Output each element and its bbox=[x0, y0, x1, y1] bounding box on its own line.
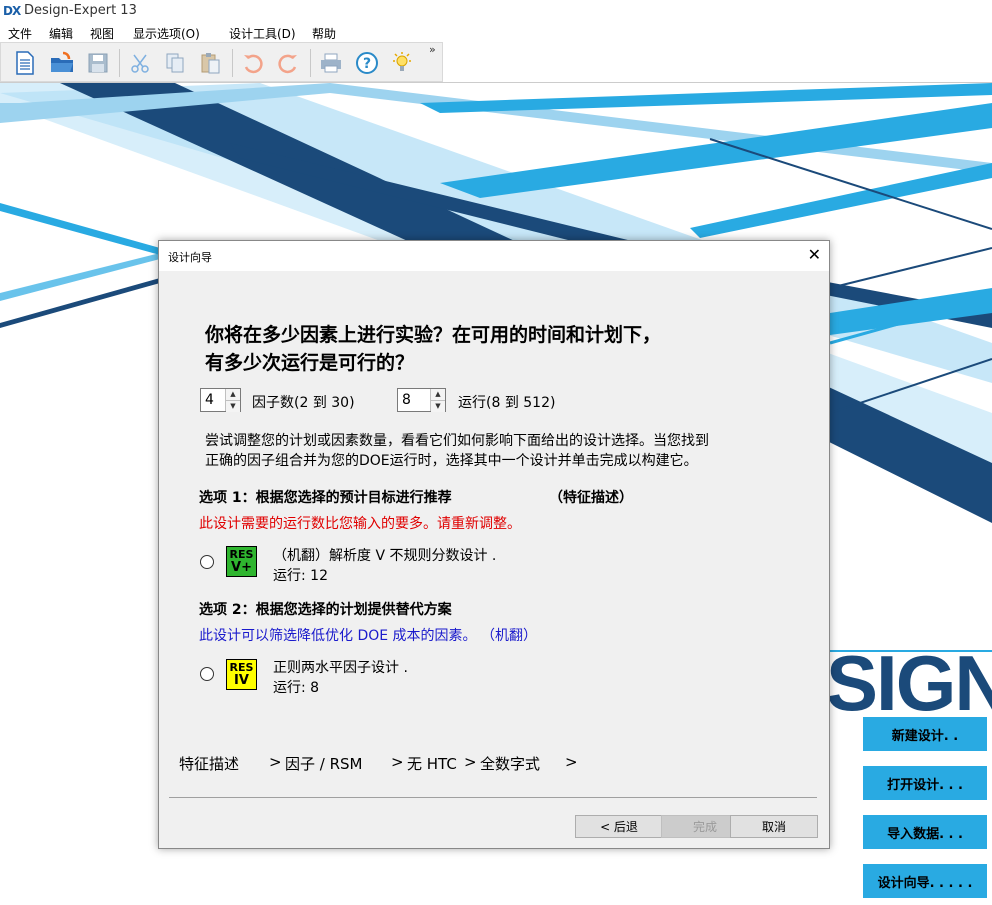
undo-icon[interactable] bbox=[239, 49, 267, 77]
spin-down-icon: ▼ bbox=[226, 400, 240, 412]
breadcrumb-separator: > bbox=[269, 753, 282, 771]
menu-edit[interactable]: 编辑 bbox=[49, 25, 73, 42]
tip-bulb-icon[interactable] bbox=[388, 49, 416, 77]
breadcrumb-no-htc[interactable]: 无 HTC bbox=[407, 753, 457, 774]
paste-icon[interactable] bbox=[196, 49, 224, 77]
spin-up-icon: ▲ bbox=[226, 389, 240, 400]
close-icon[interactable]: ✕ bbox=[808, 245, 821, 264]
menu-file[interactable]: 文件 bbox=[8, 25, 32, 42]
breadcrumb-characterization[interactable]: 特征描述 bbox=[179, 753, 239, 774]
cancel-button[interactable]: 取消 bbox=[730, 815, 818, 838]
menu-view[interactable]: 视图 bbox=[90, 25, 114, 42]
runs-label: 运行(8 到 512) bbox=[458, 395, 556, 411]
design-wizard-dialog: 设计向导 ✕ 你将在多少因素上进行实验？在可用的时间和计划下， 有多少次运行是可… bbox=[158, 240, 830, 849]
option2-note: 此设计可以筛选降低优化 DOE 成本的因素。 （机翻） bbox=[199, 628, 537, 644]
toolbar-separator bbox=[119, 49, 120, 77]
spin-up-icon: ▲ bbox=[431, 389, 445, 400]
breadcrumb-numeric[interactable]: 全数字式 bbox=[480, 753, 540, 774]
runs-value[interactable]: 8 bbox=[402, 392, 411, 408]
option1-runs: 运行: 12 bbox=[273, 568, 328, 584]
dialog-title-bar: 设计向导 ✕ bbox=[159, 241, 829, 271]
option1-heading: 选项 1：根据您选择的预计目标进行推荐 bbox=[199, 490, 452, 506]
toolbar-separator bbox=[310, 49, 311, 77]
import-data-button[interactable]: 导入数据. . . bbox=[863, 815, 987, 849]
help-text: 尝试调整您的计划或因素数量，看看它们如何影响下面给出的设计选择。当您找到 正确的… bbox=[205, 433, 709, 469]
toolbar-separator bbox=[232, 49, 233, 77]
spin-down-icon: ▼ bbox=[431, 400, 445, 412]
cut-icon[interactable] bbox=[126, 49, 154, 77]
breadcrumb-separator: > bbox=[391, 753, 404, 771]
help-icon[interactable]: ? bbox=[353, 49, 381, 77]
menu-design-tools[interactable]: 设计工具(D) bbox=[229, 25, 296, 42]
dialog-title: 设计向导 bbox=[168, 251, 212, 264]
redo-icon[interactable] bbox=[274, 49, 302, 77]
svg-text:?: ? bbox=[363, 56, 371, 72]
factors-spinner[interactable]: 4 ▲ ▼ bbox=[200, 388, 241, 412]
option1-tag: （特征描述） bbox=[549, 490, 633, 506]
print-icon[interactable] bbox=[317, 49, 345, 77]
breadcrumb-separator: > bbox=[464, 753, 477, 771]
dialog-divider bbox=[169, 797, 817, 798]
brand-logo-text: SIGNE bbox=[826, 639, 992, 727]
app-title: Design-Expert 13 bbox=[24, 3, 137, 18]
toolbar: ? » bbox=[0, 42, 443, 82]
breadcrumb-factor-rsm[interactable]: 因子 / RSM bbox=[285, 753, 362, 774]
runs-spinner[interactable]: 8 ▲ ▼ bbox=[397, 388, 446, 412]
option2-radio[interactable] bbox=[200, 667, 214, 681]
title-bar: DX Design-Expert 13 bbox=[0, 0, 992, 22]
res-iv-badge-icon: RES IV bbox=[226, 659, 257, 690]
copy-icon[interactable] bbox=[161, 49, 189, 77]
option1-design-name[interactable]: （机翻）解析度 V 不规则分数设计 . bbox=[273, 545, 496, 565]
new-file-icon[interactable] bbox=[11, 49, 39, 77]
menu-help[interactable]: 帮助 bbox=[312, 25, 336, 42]
option1-note: 此设计需要的运行数比您输入的要多。请重新调整。 bbox=[199, 516, 521, 532]
option2-runs: 运行: 8 bbox=[273, 680, 320, 696]
design-wizard-button[interactable]: 设计向导. . . . . bbox=[863, 864, 987, 898]
breadcrumb-separator: > bbox=[565, 753, 578, 771]
app-logo-icon: DX bbox=[3, 4, 21, 18]
toolbar-overflow-icon[interactable]: » bbox=[429, 43, 436, 56]
res-v-plus-badge-icon: RES V+ bbox=[226, 546, 257, 577]
factors-spin-arrows[interactable]: ▲ ▼ bbox=[225, 389, 240, 412]
back-button[interactable]: < 后退 bbox=[575, 815, 663, 838]
menu-bar: 文件 编辑 视图 显示选项(O) 设计工具(D) 帮助 bbox=[0, 22, 992, 42]
save-icon[interactable] bbox=[84, 49, 112, 77]
open-design-button[interactable]: 打开设计. . . bbox=[863, 766, 987, 800]
option1-radio[interactable] bbox=[200, 555, 214, 569]
runs-spin-arrows[interactable]: ▲ ▼ bbox=[430, 389, 445, 412]
new-design-button[interactable]: 新建设计. . bbox=[863, 717, 987, 751]
factors-label: 因子数(2 到 30) bbox=[252, 395, 355, 411]
open-folder-icon[interactable] bbox=[48, 49, 76, 77]
option2-heading: 选项 2：根据您选择的计划提供替代方案 bbox=[199, 602, 452, 618]
factors-value[interactable]: 4 bbox=[205, 392, 214, 408]
option2-design-name[interactable]: 正则两水平因子设计 . bbox=[273, 657, 408, 677]
wizard-question: 你将在多少因素上进行实验？在可用的时间和计划下， 有多少次运行是可行的？ bbox=[205, 324, 662, 374]
menu-display-options[interactable]: 显示选项(O) bbox=[133, 25, 200, 42]
